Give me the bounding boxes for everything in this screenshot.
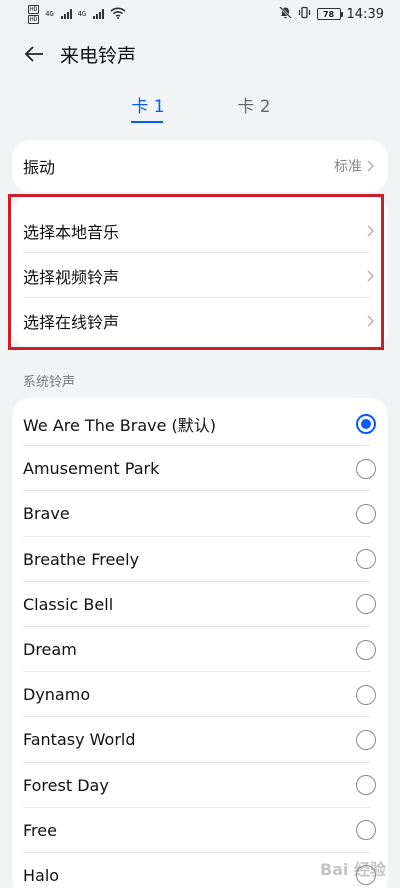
radio-selected-icon[interactable] [356, 413, 376, 434]
sim1-hd-icon: HD [28, 4, 40, 14]
app-header: 来电铃声 [0, 32, 400, 76]
radio-unselected-icon[interactable] [356, 639, 376, 660]
radio-unselected-icon[interactable] [356, 775, 376, 796]
section-header-system-ringtones: 系统铃声 [23, 375, 76, 390]
option-online-ringtone[interactable]: 选择在线铃声 [12, 298, 388, 343]
radio-unselected-icon[interactable] [356, 684, 376, 705]
radio-unselected-icon[interactable] [356, 549, 376, 570]
ringtone-source-card: 选择本地音乐 选择视频铃声 选择在线铃声 [12, 196, 388, 348]
radio-unselected-icon[interactable] [356, 503, 376, 524]
chevron-right-icon [366, 269, 376, 283]
signal-1-icon [60, 9, 72, 19]
ringtone-item[interactable]: Classic Bell [12, 582, 388, 627]
signal-2-icon [93, 9, 105, 19]
radio-unselected-icon[interactable] [356, 729, 376, 750]
ringtone-label: Free [23, 820, 57, 840]
status-bar: HD HD 4G 4G 78 14:39 [0, 0, 400, 28]
ringtone-item[interactable]: Forest Day [12, 763, 388, 808]
network-type-2: 4G [77, 10, 87, 18]
ringtone-item[interactable]: Dynamo [12, 672, 388, 718]
back-arrow-icon[interactable] [22, 42, 46, 66]
vibrate-icon [298, 6, 311, 22]
ringtone-item[interactable]: Brave [12, 491, 388, 537]
tab-sim1[interactable]: 卡 1 [118, 92, 178, 117]
sim-indicators: HD HD [28, 4, 40, 24]
option-label: 选择视频铃声 [23, 267, 120, 287]
vibration-label: 振动 [23, 158, 56, 177]
radio-unselected-icon[interactable] [356, 458, 376, 479]
active-tab-indicator [131, 121, 163, 123]
ringtone-label: Brave [23, 504, 70, 524]
page-title: 来电铃声 [60, 44, 137, 67]
status-left: HD HD 4G 4G [28, 4, 126, 24]
tab-sim2[interactable]: 卡 2 [224, 92, 284, 117]
vibration-value-group: 标准 [334, 156, 376, 176]
ringtone-item[interactable]: Free [12, 808, 388, 853]
ringtone-label: Dream [23, 640, 77, 660]
ringtone-item[interactable]: Fantasy World [12, 717, 388, 763]
clock: 14:39 [346, 6, 384, 22]
option-video-ringtone[interactable]: 选择视频铃声 [12, 253, 388, 298]
radio-unselected-icon[interactable] [356, 594, 376, 615]
option-label: 选择在线铃声 [23, 312, 120, 332]
option-local-music[interactable]: 选择本地音乐 [12, 208, 388, 253]
sim2-hd-icon: HD [28, 14, 40, 24]
ringtone-label: Breathe Freely [23, 549, 140, 569]
chevron-right-icon [366, 314, 376, 328]
ringtone-list: We Are The Brave (默认) Amusement Park Bra… [12, 398, 388, 888]
wifi-icon [110, 7, 126, 22]
ringtone-item[interactable]: Amusement Park [12, 446, 388, 492]
ringtone-item[interactable]: Dream [12, 627, 388, 673]
ringtone-label: Classic Bell [23, 594, 114, 614]
vibration-row[interactable]: 振动 标准 [12, 140, 388, 192]
radio-unselected-icon[interactable] [356, 820, 376, 841]
battery-icon: 78 [316, 8, 343, 20]
ringtone-label: We Are The Brave (默认) [23, 415, 217, 435]
ringtone-label: Fantasy World [23, 730, 136, 750]
chevron-right-icon [366, 224, 376, 238]
ringtone-label: Dynamo [23, 685, 91, 705]
ringtone-label: Forest Day [23, 775, 109, 795]
ringtone-label: Halo [23, 865, 60, 885]
ringtone-item[interactable]: Breathe Freely [12, 537, 388, 582]
option-label: 选择本地音乐 [23, 222, 120, 242]
ringtone-item[interactable]: We Are The Brave (默认) [12, 401, 388, 447]
vibration-value: 标准 [334, 159, 362, 175]
chevron-right-icon [366, 159, 376, 173]
alarm-muted-icon [278, 6, 292, 22]
watermark-text: Bai 经验 [319, 860, 386, 879]
sim-tabs: 卡 1 卡 2 [0, 92, 400, 126]
ringtone-label: Amusement Park [23, 459, 160, 479]
vibration-card: 振动 标准 [12, 140, 388, 192]
watermark: Bai 经验 [320, 856, 386, 880]
status-right: 78 14:39 [278, 6, 384, 22]
network-type-1: 4G [45, 10, 54, 18]
